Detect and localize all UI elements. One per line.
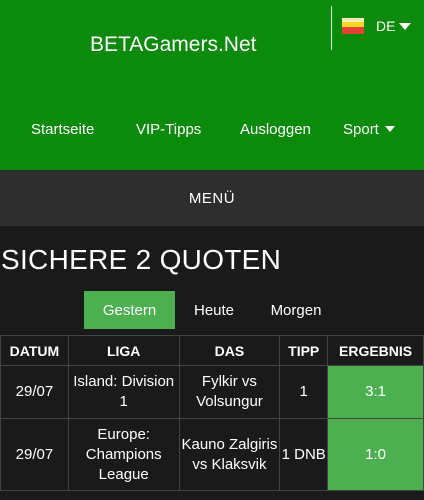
nav-startseite[interactable]: Startseite [31, 121, 94, 138]
tab-heute[interactable]: Heute [175, 291, 253, 329]
nav-ausloggen[interactable]: Ausloggen [240, 121, 311, 138]
table-header-row: DATUM LIGA DAS TIPP ERGEBNIS [0, 335, 424, 366]
menu-label: MENÜ [188, 189, 236, 207]
cell-ergebnis: 1:0 [327, 418, 424, 491]
nav-vip-tipps[interactable]: VIP-Tipps [136, 121, 201, 138]
cell-liga: Island: Division 1 [67, 365, 180, 419]
day-tabs: Gestern Heute Morgen [84, 291, 339, 329]
nav-sport[interactable]: Sport [343, 121, 395, 138]
language-label: DE [376, 18, 412, 34]
language-selector[interactable]: DE [342, 18, 412, 34]
page-title: SICHERE 2 QUOTEN [1, 244, 282, 275]
column-header-ergebnis: ERGEBNIS [327, 335, 424, 366]
cell-das: Fylkir vs Volsungur [178, 365, 281, 419]
chevron-down-icon [384, 126, 395, 132]
column-header-datum: DATUM [0, 335, 69, 366]
cell-liga: Europe: Champions League [67, 418, 180, 491]
column-header-tipp: TIPP [279, 335, 329, 366]
header-divider [331, 6, 332, 50]
site-brand[interactable]: BETAGamers.Net [90, 33, 256, 57]
cell-datum: 29/07 [0, 418, 69, 491]
tab-gestern[interactable]: Gestern [84, 291, 175, 329]
cell-datum: 29/07 [0, 365, 69, 419]
menu-toggle[interactable]: MENÜ [0, 170, 424, 226]
cell-ergebnis: 3:1 [327, 365, 424, 419]
cell-tipp: 1 DNB [279, 418, 329, 491]
column-header-das: DAS [178, 335, 281, 366]
cell-tipp: 1 [279, 365, 329, 419]
table-row: 29/07 Europe: Champions League Kauno Zal… [0, 418, 424, 491]
tab-morgen[interactable]: Morgen [253, 291, 339, 329]
site-header: BETAGamers.Net DE Startseite VIP-Tipps A… [0, 0, 424, 170]
tips-table: DATUM LIGA DAS TIPP ERGEBNIS 29/07 Islan… [0, 335, 424, 491]
cell-das: Kauno Zalgiris vs Klaksvik [178, 418, 281, 491]
table-row: 29/07 Island: Division 1 Fylkir vs Volsu… [0, 365, 424, 419]
main-nav: Startseite VIP-Tipps Ausloggen Sport [0, 121, 424, 141]
german-flag-icon [342, 18, 364, 34]
chevron-down-icon [399, 23, 412, 30]
column-header-liga: LIGA [67, 335, 180, 366]
